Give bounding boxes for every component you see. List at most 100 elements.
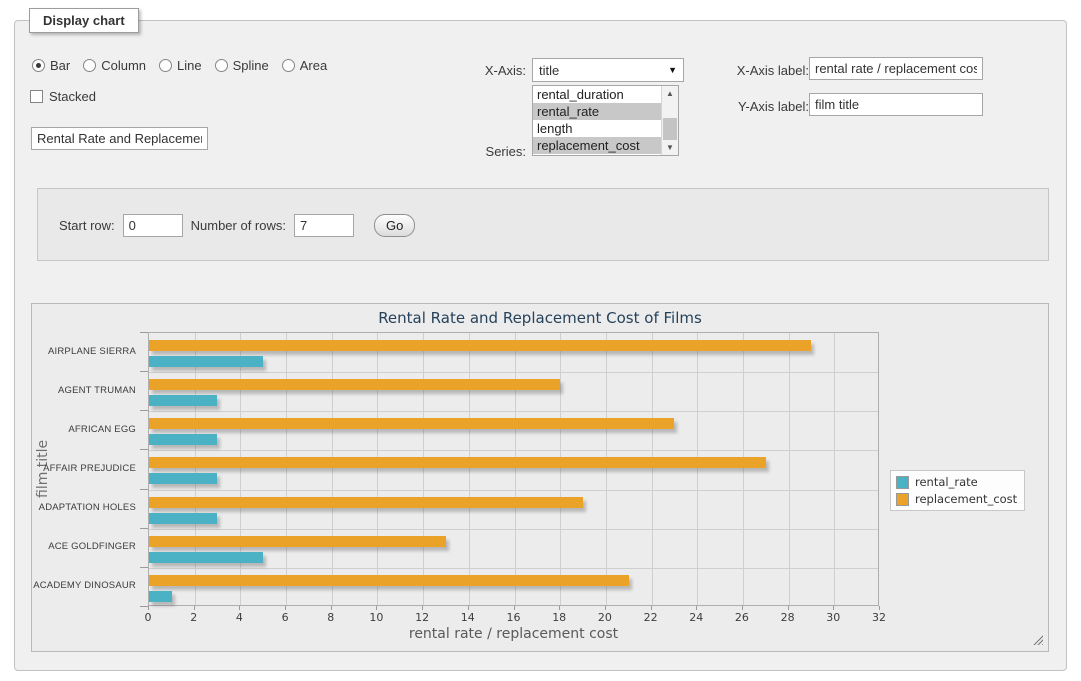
x-tick-label: 6 [270,611,300,624]
bar-rental_rate [149,552,263,563]
category-label: ACADEMY DINOSAUR [32,580,136,591]
radio-area-label: Area [300,58,327,73]
category-labels: AIRPLANE SIERRA AGENT TRUMAN AFRICAN EGG AF… [32,332,142,606]
x-tick-label: 0 [133,611,163,624]
x-axis-title: rental rate / replacement cost [148,626,879,642]
scroll-up-icon[interactable]: ▲ [662,86,678,101]
x-axis-select-label: X-Axis: [451,63,526,78]
radio-spline[interactable]: Spline [215,58,269,73]
bar-rental_rate [149,395,217,406]
stacked-checkbox-row: Stacked [30,89,96,104]
x-tick-label: 10 [361,611,391,624]
chart-title-input[interactable] [31,127,208,150]
chart-container: Rental Rate and Replacement Cost of Film… [31,303,1049,652]
x-tick-label: 12 [407,611,437,624]
radio-column-label: Column [101,58,146,73]
stacked-checkbox[interactable] [30,90,43,103]
stacked-label: Stacked [49,89,96,104]
x-tick-label: 8 [316,611,346,624]
bar-rental_rate [149,591,172,602]
x-tick-label: 2 [179,611,209,624]
bar-replacement_cost [149,379,560,390]
series-listbox-scrollbar[interactable]: ▲ ▼ [661,86,678,155]
scrollbar-thumb[interactable] [663,118,677,140]
bar-replacement_cost [149,575,629,586]
legend-entry-replacement_cost: replacement_cost [896,492,1017,506]
radio-bar-label: Bar [50,58,70,73]
x-axis-label-field-label: X-Axis label: [715,63,809,78]
chart-title: Rental Rate and Replacement Cost of Film… [32,309,1048,327]
chart-type-radio-group: Bar Column Line Spline Area [32,58,327,73]
x-tick-label: 18 [544,611,574,624]
radio-line-label: Line [177,58,202,73]
bar-rental_rate [149,513,217,524]
chevron-down-icon: ▼ [668,65,677,75]
legend-swatch-icon [896,493,909,506]
x-tick-labels: 02468101214161820222426283032 [148,606,881,628]
category-label: AFRICAN EGG [32,424,136,435]
x-axis-select-value: title [539,63,559,78]
series-option-length[interactable]: length [533,120,661,137]
radio-area-icon[interactable] [282,59,295,72]
series-option-rental-duration[interactable]: rental_duration [533,86,661,103]
rows-controls: Start row: Number of rows: Go [59,214,415,237]
category-label: ACE GOLDFINGER [32,541,136,552]
category-label: AFFAIR PREJUDICE [32,463,136,474]
category-label: ADAPTATION HOLES [32,502,136,513]
scroll-down-icon[interactable]: ▼ [662,140,678,155]
page: Display chart Bar Column Line Spline Are… [0,0,1081,681]
rows-panel: Start row: Number of rows: Go [37,188,1049,261]
radio-line-icon[interactable] [159,59,172,72]
x-tick-label: 28 [773,611,803,624]
series-list-label: Series: [451,144,526,159]
y-axis-label-input[interactable] [809,93,983,116]
y-axis-label-field-label: Y-Axis label: [715,99,809,114]
radio-bar[interactable]: Bar [32,58,70,73]
radio-column-icon[interactable] [83,59,96,72]
category-label: AGENT TRUMAN [32,385,136,396]
chart-legend: rental_rate replacement_cost [890,470,1025,511]
x-axis-select[interactable]: title ▼ [532,58,684,82]
series-listbox[interactable]: rental_duration rental_rate length repla… [532,85,679,156]
start-row-input[interactable] [123,214,183,237]
legend-label: rental_rate [915,475,978,489]
radio-spline-label: Spline [233,58,269,73]
x-tick-label: 22 [636,611,666,624]
x-tick-label: 26 [727,611,757,624]
series-option-rental-rate[interactable]: rental_rate [533,103,661,120]
bar-rental_rate [149,434,217,445]
x-tick-label: 30 [818,611,848,624]
x-tick-label: 24 [681,611,711,624]
start-row-label: Start row: [59,218,115,233]
resize-handle-icon[interactable] [1032,634,1043,645]
plot-area [148,332,879,606]
radio-line[interactable]: Line [159,58,202,73]
bar-replacement_cost [149,418,674,429]
bar-replacement_cost [149,497,583,508]
legend-swatch-icon [896,476,909,489]
go-button[interactable]: Go [374,214,415,237]
radio-bar-icon[interactable] [32,59,45,72]
x-tick-label: 14 [453,611,483,624]
bar-rental_rate [149,473,217,484]
number-of-rows-label: Number of rows: [191,218,286,233]
radio-area[interactable]: Area [282,58,327,73]
category-label: AIRPLANE SIERRA [32,346,136,357]
series-option-replacement-cost[interactable]: replacement_cost [533,137,661,154]
x-tick-label: 4 [224,611,254,624]
x-axis-label-input[interactable] [809,57,983,80]
x-tick-label: 32 [864,611,894,624]
legend-entry-rental_rate: rental_rate [896,475,1017,489]
radio-column[interactable]: Column [83,58,146,73]
display-chart-panel: Display chart Bar Column Line Spline Are… [14,20,1067,671]
bar-replacement_cost [149,340,811,351]
radio-spline-icon[interactable] [215,59,228,72]
bar-replacement_cost [149,457,766,468]
legend-label: replacement_cost [915,492,1017,506]
bar-replacement_cost [149,536,446,547]
panel-legend: Display chart [29,8,139,33]
series-listbox-items: rental_duration rental_rate length repla… [533,86,661,155]
x-tick-label: 16 [499,611,529,624]
number-of-rows-input[interactable] [294,214,354,237]
x-tick-label: 20 [590,611,620,624]
